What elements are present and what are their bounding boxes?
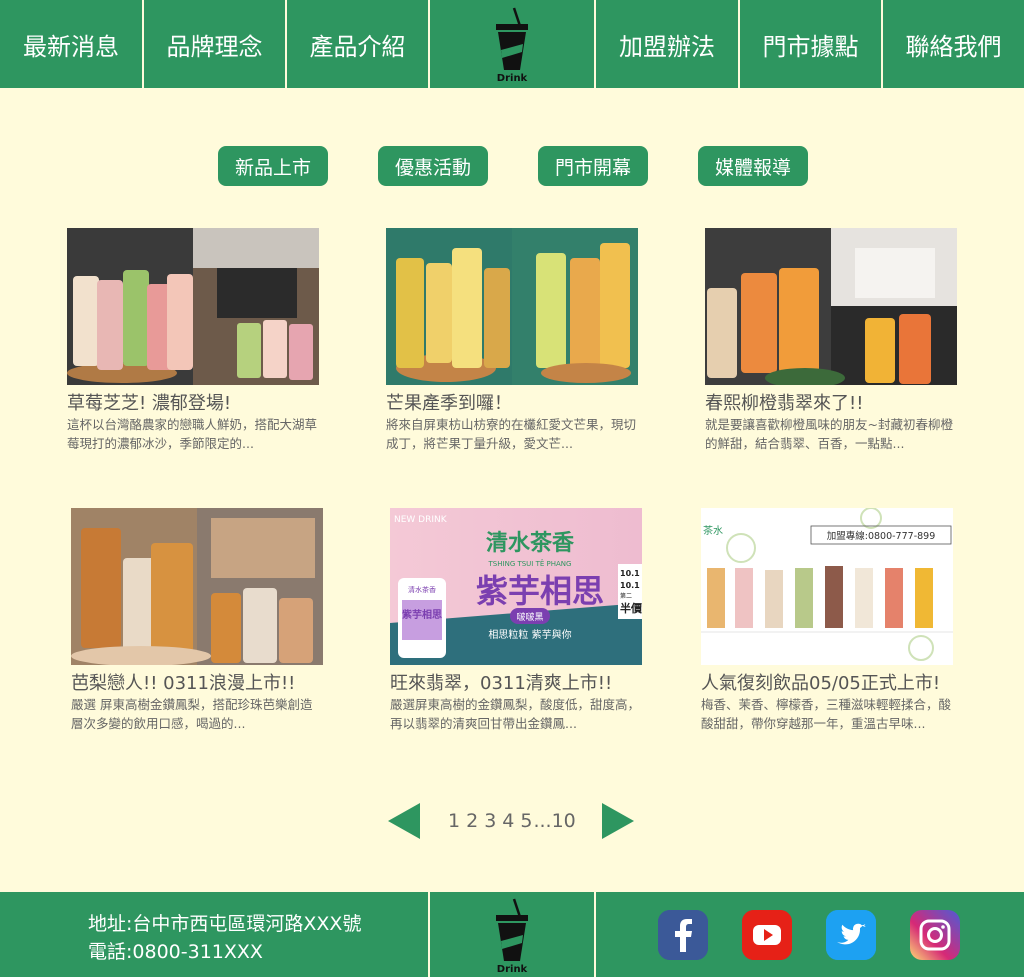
article-thumbnail[interactable] [386,228,638,385]
page-link[interactable]: 1 [448,810,460,832]
article-card[interactable]: 芭梨戀人!! 0311浪漫上市!! 嚴選 屏東高樹金鑽鳳梨，搭配珍珠芭樂創造層次… [71,508,331,733]
footer-contact-info: 地址:台中市西屯區環河路XXX號 電話:0800-311XXX [0,892,430,977]
instagram-icon[interactable] [910,909,960,960]
footer-phone: 電話:0800-311XXX [88,941,263,963]
svg-text:紫芋相思: 紫芋相思 [476,572,604,610]
svg-text:啵啵黑: 啵啵黑 [516,611,543,623]
article-description: 梅香、茉香、檸檬香，三種滋味輕輕揉合，酸酸甜甜，帶你穿越那一年，重溫古早味... [701,697,952,731]
facebook-icon[interactable] [658,909,708,960]
page-link[interactable]: 5 [520,810,532,832]
pagination: 1 2 3 4 5 ...10 [388,803,634,839]
nav-products[interactable]: 產品介紹 [287,0,430,88]
article-thumbnail[interactable]: NEW DRINK 清水茶香 TSHING TSUI TÊ PHANG 紫芋相思… [390,508,642,665]
youtube-icon[interactable] [742,909,792,960]
social-links [596,892,1024,977]
article-card[interactable]: NEW DRINK 清水茶香 TSHING TSUI TÊ PHANG 紫芋相思… [390,508,650,733]
article-title[interactable]: 春熙柳橙翡翠來了!! [705,393,965,415]
prev-page-arrow-icon[interactable] [388,803,420,839]
svg-text:相思粒粒 紫芋與你: 相思粒粒 紫芋與你 [488,628,571,641]
article-description: 就是要讓喜歡柳橙風味的朋友~封藏初春柳橙的鮮甜，結合翡翠、百香，一點點... [705,417,953,451]
category-tabs: 新品上市 優惠活動 門市開幕 媒體報導 [218,146,808,186]
nav-stores[interactable]: 門市據點 [740,0,883,88]
page-link[interactable]: 3 [484,810,496,832]
tab-promotions[interactable]: 優惠活動 [378,146,488,186]
svg-text:加盟專線:0800-777-899: 加盟專線:0800-777-899 [827,530,936,542]
footer: 地址:台中市西屯區環河路XXX號 電話:0800-311XXX Drink [0,892,1024,977]
article-thumbnail[interactable] [67,228,319,385]
svg-text:半價: 半價 [620,601,642,615]
svg-text:紫芋相思: 紫芋相思 [402,608,442,621]
footer-address: 地址:台中市西屯區環河路XXX號 [88,913,362,935]
article-thumbnail[interactable]: 茶水 加盟專線:0800-777-899 [701,508,953,665]
footer-logo[interactable]: Drink [430,892,596,977]
nav-brand-concept[interactable]: 品牌理念 [144,0,287,88]
article-thumbnail[interactable] [705,228,957,385]
page-link[interactable]: 4 [502,810,514,832]
tab-new-products[interactable]: 新品上市 [218,146,328,186]
article-title[interactable]: 旺來翡翠，0311清爽上市!! [390,673,650,695]
article-description: 嚴選屏東高樹的金鑽鳳梨，酸度低，甜度高，再以翡翠的清爽回甘帶出金鑽鳳... [390,697,641,731]
article-title[interactable]: 芒果產季到囉！ [386,393,646,415]
drink-cup-logo-icon: Drink [496,898,528,975]
nav-franchise[interactable]: 加盟辦法 [596,0,740,88]
article-card[interactable]: 茶水 加盟專線:0800-777-899 人氣復刻飲品05/05正式上市! 梅香… [701,508,961,733]
svg-text:10.1: 10.1 [620,569,640,578]
article-card[interactable]: 草莓芝芝! 濃郁登場! 這杯以台灣酪農家的戀職人鮮奶，搭配大湖草莓現打的濃郁冰沙… [67,228,327,453]
article-title[interactable]: 芭梨戀人!! 0311浪漫上市!! [71,673,331,695]
top-nav: 最新消息 品牌理念 產品介紹 Drink 加盟辦法 門市據點 聯絡我們 [0,0,1024,88]
tab-media-reports[interactable]: 媒體報導 [698,146,808,186]
svg-text:TSHING TSUI TÊ PHANG: TSHING TSUI TÊ PHANG [488,559,572,568]
article-thumbnail[interactable] [71,508,323,665]
svg-text:茶水: 茶水 [703,524,723,537]
svg-text:第二: 第二 [620,592,632,600]
article-card[interactable]: 芒果產季到囉！ 將來自屏東枋山枋寮的在欉紅愛文芒果，現切成丁，將芒果丁量升級，愛… [386,228,646,453]
svg-text:Drink: Drink [497,73,528,84]
article-description: 將來自屏東枋山枋寮的在欉紅愛文芒果，現切成丁，將芒果丁量升級，愛文芒... [386,417,637,451]
article-title[interactable]: 草莓芝芝! 濃郁登場! [67,393,327,415]
nav-contact[interactable]: 聯絡我們 [883,0,1024,88]
page-link[interactable]: 2 [466,810,478,832]
page-numbers: 1 2 3 4 5 ...10 [448,810,576,832]
svg-text:清水茶香: 清水茶香 [486,530,574,556]
twitter-icon[interactable] [826,909,876,960]
nav-news[interactable]: 最新消息 [0,0,144,88]
tab-store-openings[interactable]: 門市開幕 [538,146,648,186]
svg-text:NEW DRINK: NEW DRINK [394,515,448,525]
article-description: 這杯以台灣酪農家的戀職人鮮奶，搭配大湖草莓現打的濃郁冰沙，季節限定的... [67,417,318,451]
article-card[interactable]: 春熙柳橙翡翠來了!! 就是要讓喜歡柳橙風味的朋友~封藏初春柳橙的鮮甜，結合翡翠、… [705,228,965,453]
next-page-arrow-icon[interactable] [601,803,634,839]
nav-logo[interactable]: Drink [430,0,596,88]
page-link[interactable]: ...10 [533,810,575,832]
article-title[interactable]: 人氣復刻飲品05/05正式上市! [701,673,961,695]
article-description: 嚴選 屏東高樹金鑽鳳梨，搭配珍珠芭樂創造層次多變的飲用口感，喝過的... [71,697,313,731]
svg-text:清水茶香: 清水茶香 [408,585,436,594]
svg-text:Drink: Drink [497,964,528,975]
svg-text:10.1: 10.1 [620,581,640,590]
drink-cup-logo-icon: Drink [496,7,528,84]
